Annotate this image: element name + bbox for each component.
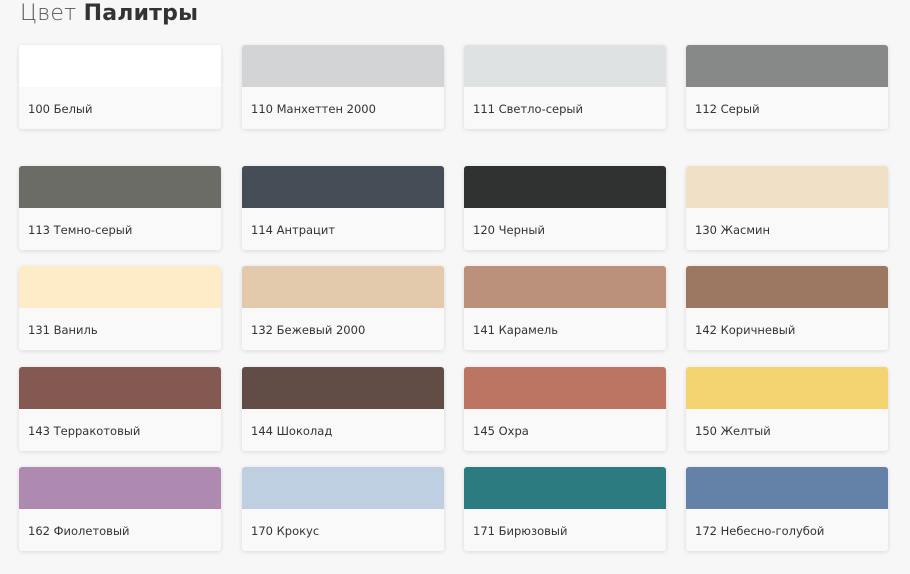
color-card[interactable]: 110 Манхеттен 2000 xyxy=(242,45,444,129)
color-label: 162 Фиолетовый xyxy=(28,524,130,538)
color-card[interactable]: 113 Темно-серый xyxy=(19,166,221,250)
color-swatch xyxy=(464,367,666,409)
color-label: 144 Шоколад xyxy=(251,424,333,438)
color-swatch xyxy=(686,467,888,509)
color-label: 171 Бирюзовый xyxy=(473,524,568,538)
color-label: 145 Охра xyxy=(473,424,529,438)
color-swatch xyxy=(19,266,221,308)
color-swatch xyxy=(686,45,888,87)
color-card[interactable]: 162 Фиолетовый xyxy=(19,467,221,551)
color-grid: 100 Белый 110 Манхеттен 2000 111 Светло-… xyxy=(0,0,910,574)
color-card[interactable]: 114 Антрацит xyxy=(242,166,444,250)
color-label: 143 Терракотовый xyxy=(28,424,141,438)
color-card[interactable]: 150 Желтый xyxy=(686,367,888,451)
color-swatch xyxy=(686,166,888,208)
color-swatch xyxy=(464,266,666,308)
color-label: 142 Коричневый xyxy=(695,323,796,337)
color-card[interactable]: 132 Бежевый 2000 xyxy=(242,266,444,350)
color-label: 170 Крокус xyxy=(251,524,320,538)
color-label: 141 Карамель xyxy=(473,323,559,337)
color-card[interactable]: 144 Шоколад xyxy=(242,367,444,451)
color-card[interactable]: 172 Небесно-голубой xyxy=(686,467,888,551)
color-card[interactable]: 143 Терракотовый xyxy=(19,367,221,451)
color-card[interactable]: 100 Белый xyxy=(19,45,221,129)
color-label: 113 Темно-серый xyxy=(28,223,133,237)
color-card[interactable]: 141 Карамель xyxy=(464,266,666,350)
color-card[interactable]: 120 Черный xyxy=(464,166,666,250)
color-swatch xyxy=(242,166,444,208)
color-swatch xyxy=(19,367,221,409)
color-swatch xyxy=(19,467,221,509)
color-label: 131 Ваниль xyxy=(28,323,98,337)
color-card[interactable]: 130 Жасмин xyxy=(686,166,888,250)
color-swatch xyxy=(242,467,444,509)
color-swatch xyxy=(19,166,221,208)
color-swatch xyxy=(242,45,444,87)
color-card[interactable]: 145 Охра xyxy=(464,367,666,451)
color-label: 130 Жасмин xyxy=(695,223,771,237)
color-swatch xyxy=(242,367,444,409)
color-card[interactable]: 171 Бирюзовый xyxy=(464,467,666,551)
color-label: 120 Черный xyxy=(473,223,545,237)
color-label: 110 Манхеттен 2000 xyxy=(251,102,376,116)
color-label: 111 Светло-серый xyxy=(473,102,583,116)
color-label: 132 Бежевый 2000 xyxy=(251,323,366,337)
color-card[interactable]: 112 Серый xyxy=(686,45,888,129)
color-label: 150 Желтый xyxy=(695,424,771,438)
color-swatch xyxy=(686,266,888,308)
color-card[interactable]: 111 Светло-серый xyxy=(464,45,666,129)
color-swatch xyxy=(464,166,666,208)
color-swatch xyxy=(464,467,666,509)
color-swatch xyxy=(686,367,888,409)
color-label: 114 Антрацит xyxy=(251,223,336,237)
color-swatch xyxy=(464,45,666,87)
color-swatch xyxy=(19,45,221,87)
color-label: 100 Белый xyxy=(28,102,93,116)
color-swatch xyxy=(242,266,444,308)
color-card[interactable]: 131 Ваниль xyxy=(19,266,221,350)
color-card[interactable]: 142 Коричневый xyxy=(686,266,888,350)
color-label: 172 Небесно-голубой xyxy=(695,524,825,538)
color-label: 112 Серый xyxy=(695,102,760,116)
color-card[interactable]: 170 Крокус xyxy=(242,467,444,551)
palette-page: Цвет Палитры 100 Белый 110 Манхеттен 200… xyxy=(0,0,910,574)
